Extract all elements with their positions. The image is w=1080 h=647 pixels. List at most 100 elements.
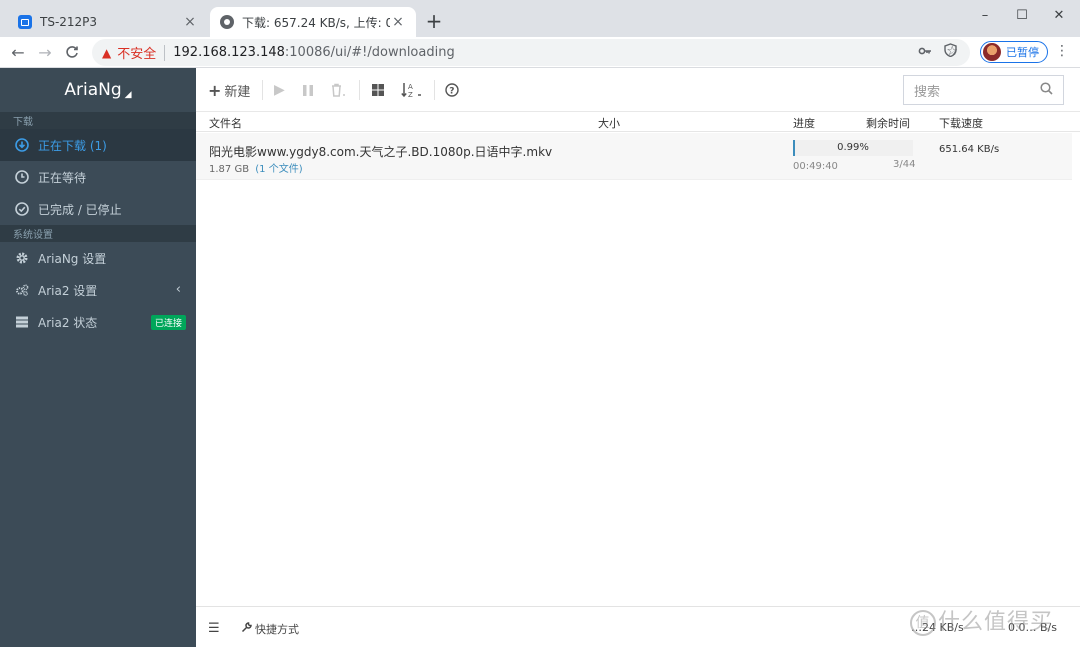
url-path: :10086/ui/#!/downloading xyxy=(284,45,455,60)
table-row[interactable]: 阳光电影www.ygdy8.com.天气之子.BD.1080p.日语中字.mkv… xyxy=(196,133,1072,180)
start-button[interactable]: ▶ xyxy=(274,80,285,100)
question-circle-icon: ? xyxy=(445,83,459,97)
gears-icon xyxy=(15,283,29,297)
status-badge: 已连接 xyxy=(150,315,186,330)
select-all-button[interactable] xyxy=(371,80,385,100)
section-header-download: 下载 xyxy=(0,112,196,129)
url-divider xyxy=(164,44,166,61)
close-icon[interactable]: × xyxy=(182,14,198,30)
profile-status: 已暂停 xyxy=(1006,46,1039,59)
tab-ariang[interactable]: 下载: 657.24 KB/s, 上传: 0.00 B/ × xyxy=(210,7,416,37)
sort-button[interactable]: AZ xyxy=(401,80,423,100)
nas-favicon-icon xyxy=(18,15,32,29)
forward-button[interactable]: → xyxy=(34,41,56,63)
app-logo[interactable]: AriaNg ◢ xyxy=(0,68,196,112)
download-circle-icon xyxy=(15,138,29,152)
plus-icon: + xyxy=(208,80,222,100)
close-icon[interactable]: × xyxy=(390,14,406,30)
minimize-button[interactable]: – xyxy=(966,0,1004,30)
task-size-info: 1.87 GB (1 个文件) xyxy=(209,160,303,175)
play-icon: ▶ xyxy=(274,82,285,98)
search-input[interactable]: 搜索 xyxy=(903,75,1064,105)
shortcut-label: 快捷方式 xyxy=(255,623,299,636)
sidebar-item-label: Aria2 状态 xyxy=(38,315,98,330)
download-speed: 651.64 KB/s xyxy=(939,144,1000,155)
remaining-time: 00:49:40 xyxy=(793,161,838,172)
new-task-label: 新建 xyxy=(224,84,251,100)
sidebar-item-label: Aria2 设置 xyxy=(38,283,98,298)
sidebar-item-waiting[interactable]: 正在等待 xyxy=(0,161,196,193)
column-header-remaining[interactable]: 剩余时间 xyxy=(866,115,910,131)
sidebar-item-stopped[interactable]: 已完成 / 已停止 xyxy=(0,193,196,225)
help-button[interactable]: ? xyxy=(445,80,459,100)
svg-text:Z: Z xyxy=(408,91,413,98)
warning-icon: ▲ xyxy=(102,45,112,60)
chevron-left-icon: ‹ xyxy=(175,282,181,297)
server-icon xyxy=(15,315,29,329)
column-header-progress[interactable]: 进度 xyxy=(793,115,815,131)
sidebar: AriaNg ◢ 下载 正在下载 (1) 正在等待 已完成 / 已停止 系统设置 … xyxy=(0,68,196,647)
extension-shield-icon[interactable] xyxy=(944,43,957,61)
progress-text: 0.99% xyxy=(837,142,869,153)
search-icon[interactable] xyxy=(1040,82,1053,99)
shortcut-button[interactable]: 快捷方式 xyxy=(241,621,299,637)
svg-text:A: A xyxy=(408,83,413,91)
tab-title: TS-212P3 xyxy=(40,15,98,29)
task-files-link[interactable]: (1 个文件) xyxy=(255,164,302,175)
search-placeholder: 搜索 xyxy=(914,84,941,100)
trash-icon xyxy=(332,83,345,97)
reload-icon xyxy=(66,46,78,58)
sidebar-item-ariang-settings[interactable]: AriaNg 设置 xyxy=(0,242,196,274)
sidebar-item-label: 正在等待 xyxy=(38,170,87,185)
delete-button[interactable] xyxy=(330,80,346,100)
toolbar-divider xyxy=(359,80,360,100)
column-header-name[interactable]: 文件名 xyxy=(209,115,242,131)
check-circle-icon xyxy=(15,202,29,216)
grid-icon xyxy=(372,84,384,96)
gear-icon xyxy=(15,251,29,265)
new-tab-button[interactable]: + xyxy=(422,10,446,32)
new-task-button[interactable]: + 新建 xyxy=(208,80,250,100)
browser-menu-icon[interactable]: ⋮ xyxy=(1054,43,1070,59)
task-size: 1.87 GB xyxy=(209,164,250,175)
progress-bar: 0.99% xyxy=(793,140,913,156)
browser-tab-bar: TS-212P3 × 下载: 657.24 KB/s, 上传: 0.00 B/ … xyxy=(0,0,1080,37)
key-icon[interactable] xyxy=(918,44,932,62)
column-header-speed[interactable]: 下载速度 xyxy=(939,115,983,131)
ariang-favicon-icon xyxy=(220,15,234,29)
sidebar-item-label: 已完成 / 已停止 xyxy=(38,202,122,217)
column-header-size[interactable]: 大小 xyxy=(598,115,620,131)
sidebar-item-downloading[interactable]: 正在下载 (1) xyxy=(0,129,196,161)
logo-caret-icon: ◢ xyxy=(124,90,132,100)
url-bar[interactable]: ▲ 不安全 192.168.123.148 :10086/ui/#!/downl… xyxy=(92,39,970,66)
main-toolbar: + 新建 ▶ AZ ? 搜索 xyxy=(196,68,1080,112)
svg-text:?: ? xyxy=(449,87,454,97)
watermark-text: 什么值得买 xyxy=(938,610,1054,635)
maximize-button[interactable]: ☐ xyxy=(1003,0,1041,30)
task-table-header: 文件名 大小 进度 剩余时间 下载速度 xyxy=(196,112,1080,132)
tab-ts212p3[interactable]: TS-212P3 × xyxy=(8,7,208,37)
profile-button[interactable]: 已暂停 xyxy=(980,41,1048,63)
back-button[interactable]: ← xyxy=(7,41,29,63)
sidebar-item-label: AriaNg 设置 xyxy=(38,251,107,266)
sidebar-item-aria2-settings[interactable]: Aria2 设置 ‹ xyxy=(0,274,196,306)
task-file-name[interactable]: 阳光电影www.ygdy8.com.天气之子.BD.1080p.日语中字.mkv xyxy=(209,143,552,160)
logo-text: AriaNg xyxy=(64,80,122,100)
avatar xyxy=(983,43,1001,61)
menu-icon[interactable]: ☰ xyxy=(208,621,220,636)
sort-alpha-icon: AZ xyxy=(401,83,421,98)
reload-button[interactable] xyxy=(61,41,83,63)
tab-title: 下载: 657.24 KB/s, 上传: 0.00 B/ xyxy=(242,15,390,30)
pause-icon xyxy=(303,84,313,96)
toolbar-divider xyxy=(434,80,435,100)
sidebar-item-label: 正在下载 (1) xyxy=(38,138,107,153)
toolbar-divider xyxy=(262,80,263,100)
insecure-label[interactable]: 不安全 xyxy=(117,43,156,62)
watermark: 值什么值得买 xyxy=(910,604,1053,636)
address-toolbar: ← → ▲ 不安全 192.168.123.148 :10086/ui/#!/d… xyxy=(0,37,1080,68)
watermark-logo-icon: 值 xyxy=(910,610,936,636)
close-window-button[interactable]: ✕ xyxy=(1040,0,1078,30)
section-header-settings: 系统设置 xyxy=(0,225,196,242)
pause-button[interactable] xyxy=(302,80,314,100)
sidebar-item-aria2-status[interactable]: Aria2 状态 已连接 xyxy=(0,306,196,338)
